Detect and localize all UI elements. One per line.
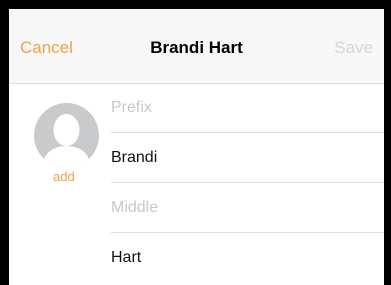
last-name-field-row [111, 233, 384, 282]
prefix-field-row [111, 83, 384, 133]
navigation-bar: Cancel Brandi Hart Save [9, 9, 384, 84]
prefix-field[interactable] [111, 83, 384, 132]
save-button[interactable]: Save [334, 38, 373, 58]
first-name-field-row [111, 133, 384, 183]
contact-edit-screen: Cancel Brandi Hart Save add [0, 0, 391, 285]
middle-name-field-row [111, 183, 384, 233]
avatar[interactable] [34, 103, 99, 168]
add-photo-button[interactable]: add [53, 169, 75, 184]
last-name-field[interactable] [111, 233, 384, 282]
person-placeholder-icon [42, 114, 91, 168]
contact-name-title: Brandi Hart [150, 38, 243, 57]
first-name-field[interactable] [111, 133, 384, 182]
middle-name-field[interactable] [111, 183, 384, 232]
